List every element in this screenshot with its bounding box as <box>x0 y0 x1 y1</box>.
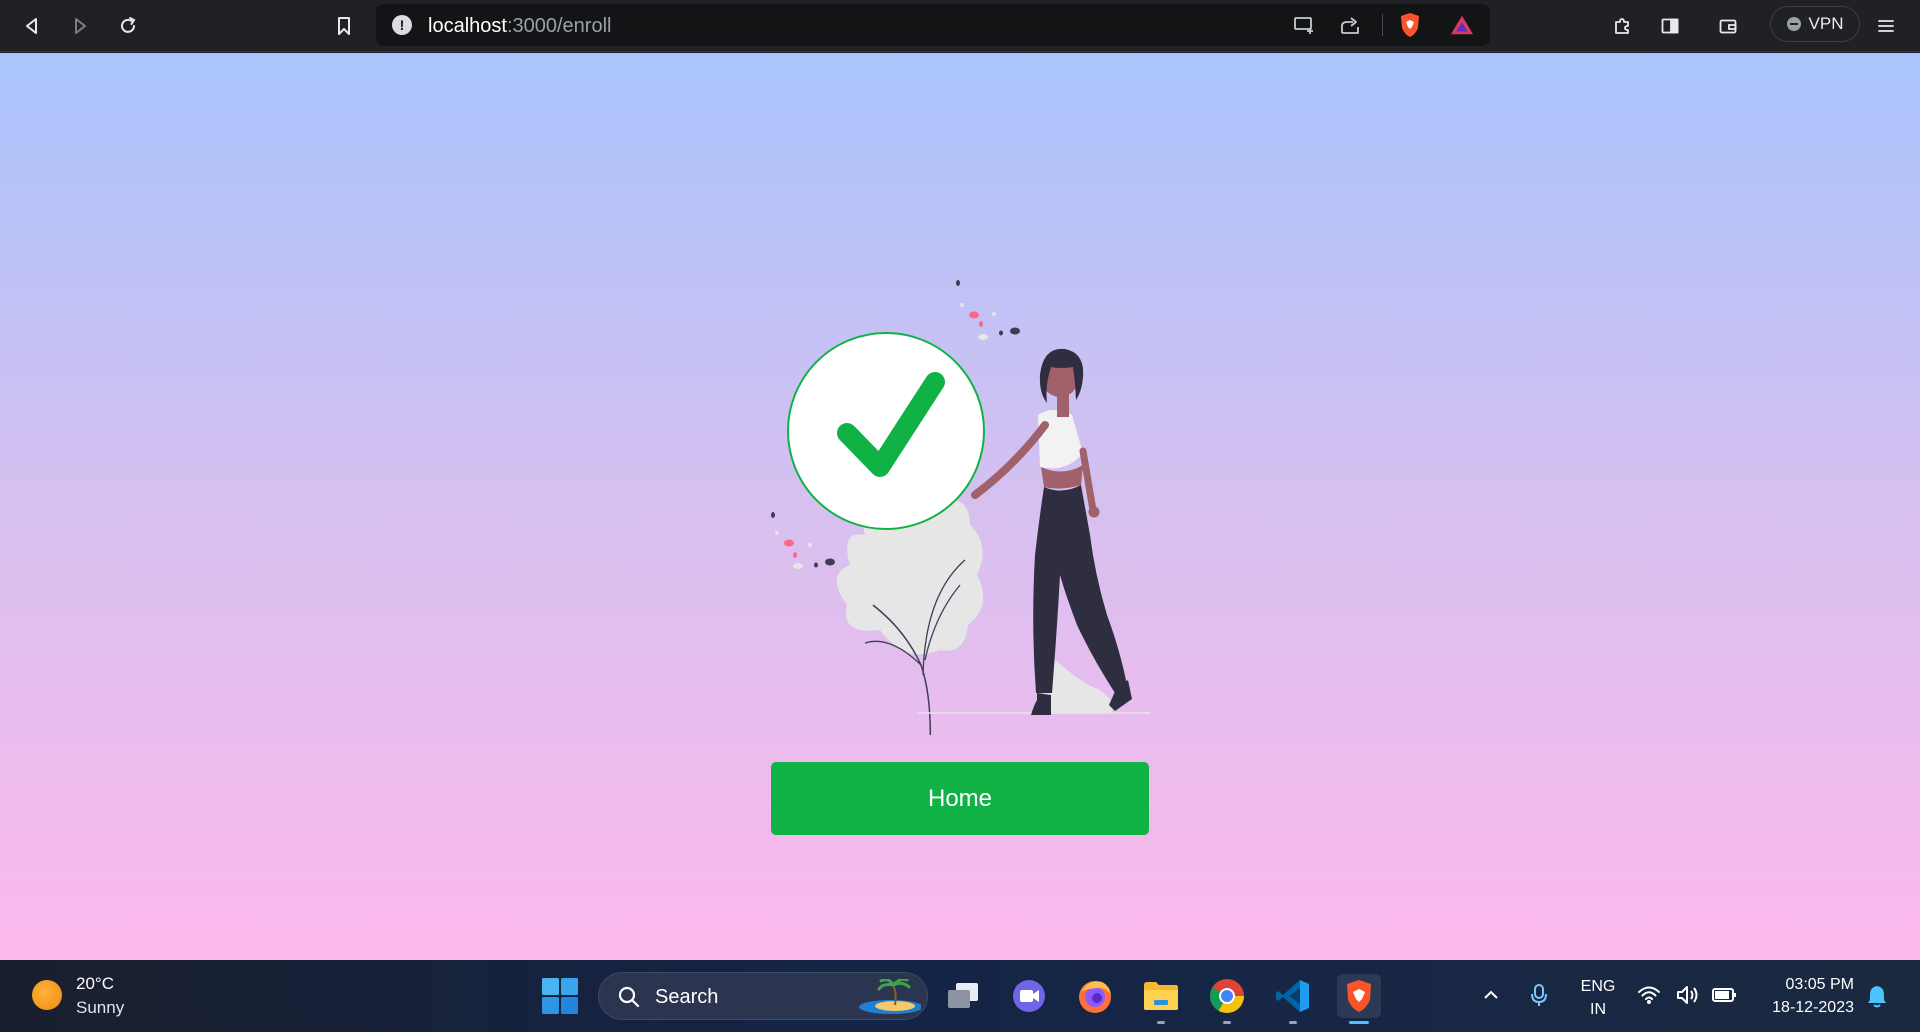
home-button[interactable]: Home <box>771 762 1149 835</box>
windows-taskbar: 20°C Sunny Search ENG IN 03:05 PM 18-12-… <box>0 960 1920 1032</box>
forward-icon[interactable] <box>62 8 98 44</box>
share-icon[interactable] <box>1338 13 1362 37</box>
search-icon <box>618 986 640 1008</box>
file-explorer-icon[interactable] <box>1139 974 1183 1024</box>
sidebar-icon[interactable] <box>1652 8 1688 44</box>
input-language-indicator[interactable]: ENG IN <box>1580 975 1616 1021</box>
microphone-icon[interactable] <box>1526 982 1552 1008</box>
enroll-success-page: Home <box>0 53 1920 960</box>
menu-icon[interactable] <box>1868 8 1904 44</box>
vpn-label: VPN <box>1808 14 1844 33</box>
region-code: IN <box>1590 1001 1606 1018</box>
back-icon[interactable] <box>14 8 50 44</box>
taskbar-search[interactable]: Search <box>598 972 928 1020</box>
chrome-icon[interactable] <box>1205 974 1249 1024</box>
browser-toolbar: ! localhost:3000/enroll VPN <box>0 0 1920 52</box>
wallet-icon[interactable] <box>1710 8 1746 44</box>
weather-condition[interactable]: Sunny <box>76 998 124 1018</box>
brave-browser-icon[interactable] <box>1337 974 1381 1024</box>
battery-icon[interactable] <box>1712 982 1738 1008</box>
beach-island-icon <box>859 979 921 1014</box>
chevron-up-icon[interactable] <box>1478 982 1504 1008</box>
address-bar[interactable]: ! localhost:3000/enroll <box>376 4 1490 46</box>
cast-icon[interactable] <box>1292 13 1316 37</box>
brave-rewards-icon[interactable] <box>1450 13 1474 37</box>
reload-icon[interactable] <box>110 8 146 44</box>
site-info-icon[interactable]: ! <box>392 15 412 35</box>
search-label: Search <box>655 986 719 1008</box>
sunny-weather-icon[interactable] <box>32 980 62 1010</box>
teams-icon[interactable] <box>1007 974 1051 1018</box>
success-checkmark-illustration <box>771 280 1150 735</box>
divider <box>1382 14 1383 36</box>
vscode-icon[interactable] <box>1271 974 1315 1024</box>
vpn-button[interactable]: VPN <box>1770 6 1860 42</box>
notification-bell-icon[interactable] <box>1866 984 1888 1008</box>
system-clock[interactable]: 03:05 PM 18-12-2023 <box>1756 973 1854 1019</box>
windows-start-icon[interactable] <box>541 977 579 1015</box>
brave-shields-icon[interactable] <box>1398 13 1422 37</box>
firefox-icon[interactable] <box>1073 974 1117 1018</box>
volume-icon[interactable] <box>1676 982 1702 1008</box>
extensions-icon[interactable] <box>1604 8 1640 44</box>
clock-time: 03:05 PM <box>1785 976 1854 993</box>
bookmark-icon[interactable] <box>326 8 362 44</box>
wifi-icon[interactable] <box>1636 982 1662 1008</box>
language-code: ENG <box>1580 978 1616 995</box>
task-view-icon[interactable] <box>941 974 985 1018</box>
clock-date: 18-12-2023 <box>1772 999 1854 1016</box>
url-text[interactable]: localhost:3000/enroll <box>428 15 611 38</box>
vpn-status-icon <box>1786 17 1801 31</box>
weather-temperature[interactable]: 20°C <box>76 974 114 994</box>
